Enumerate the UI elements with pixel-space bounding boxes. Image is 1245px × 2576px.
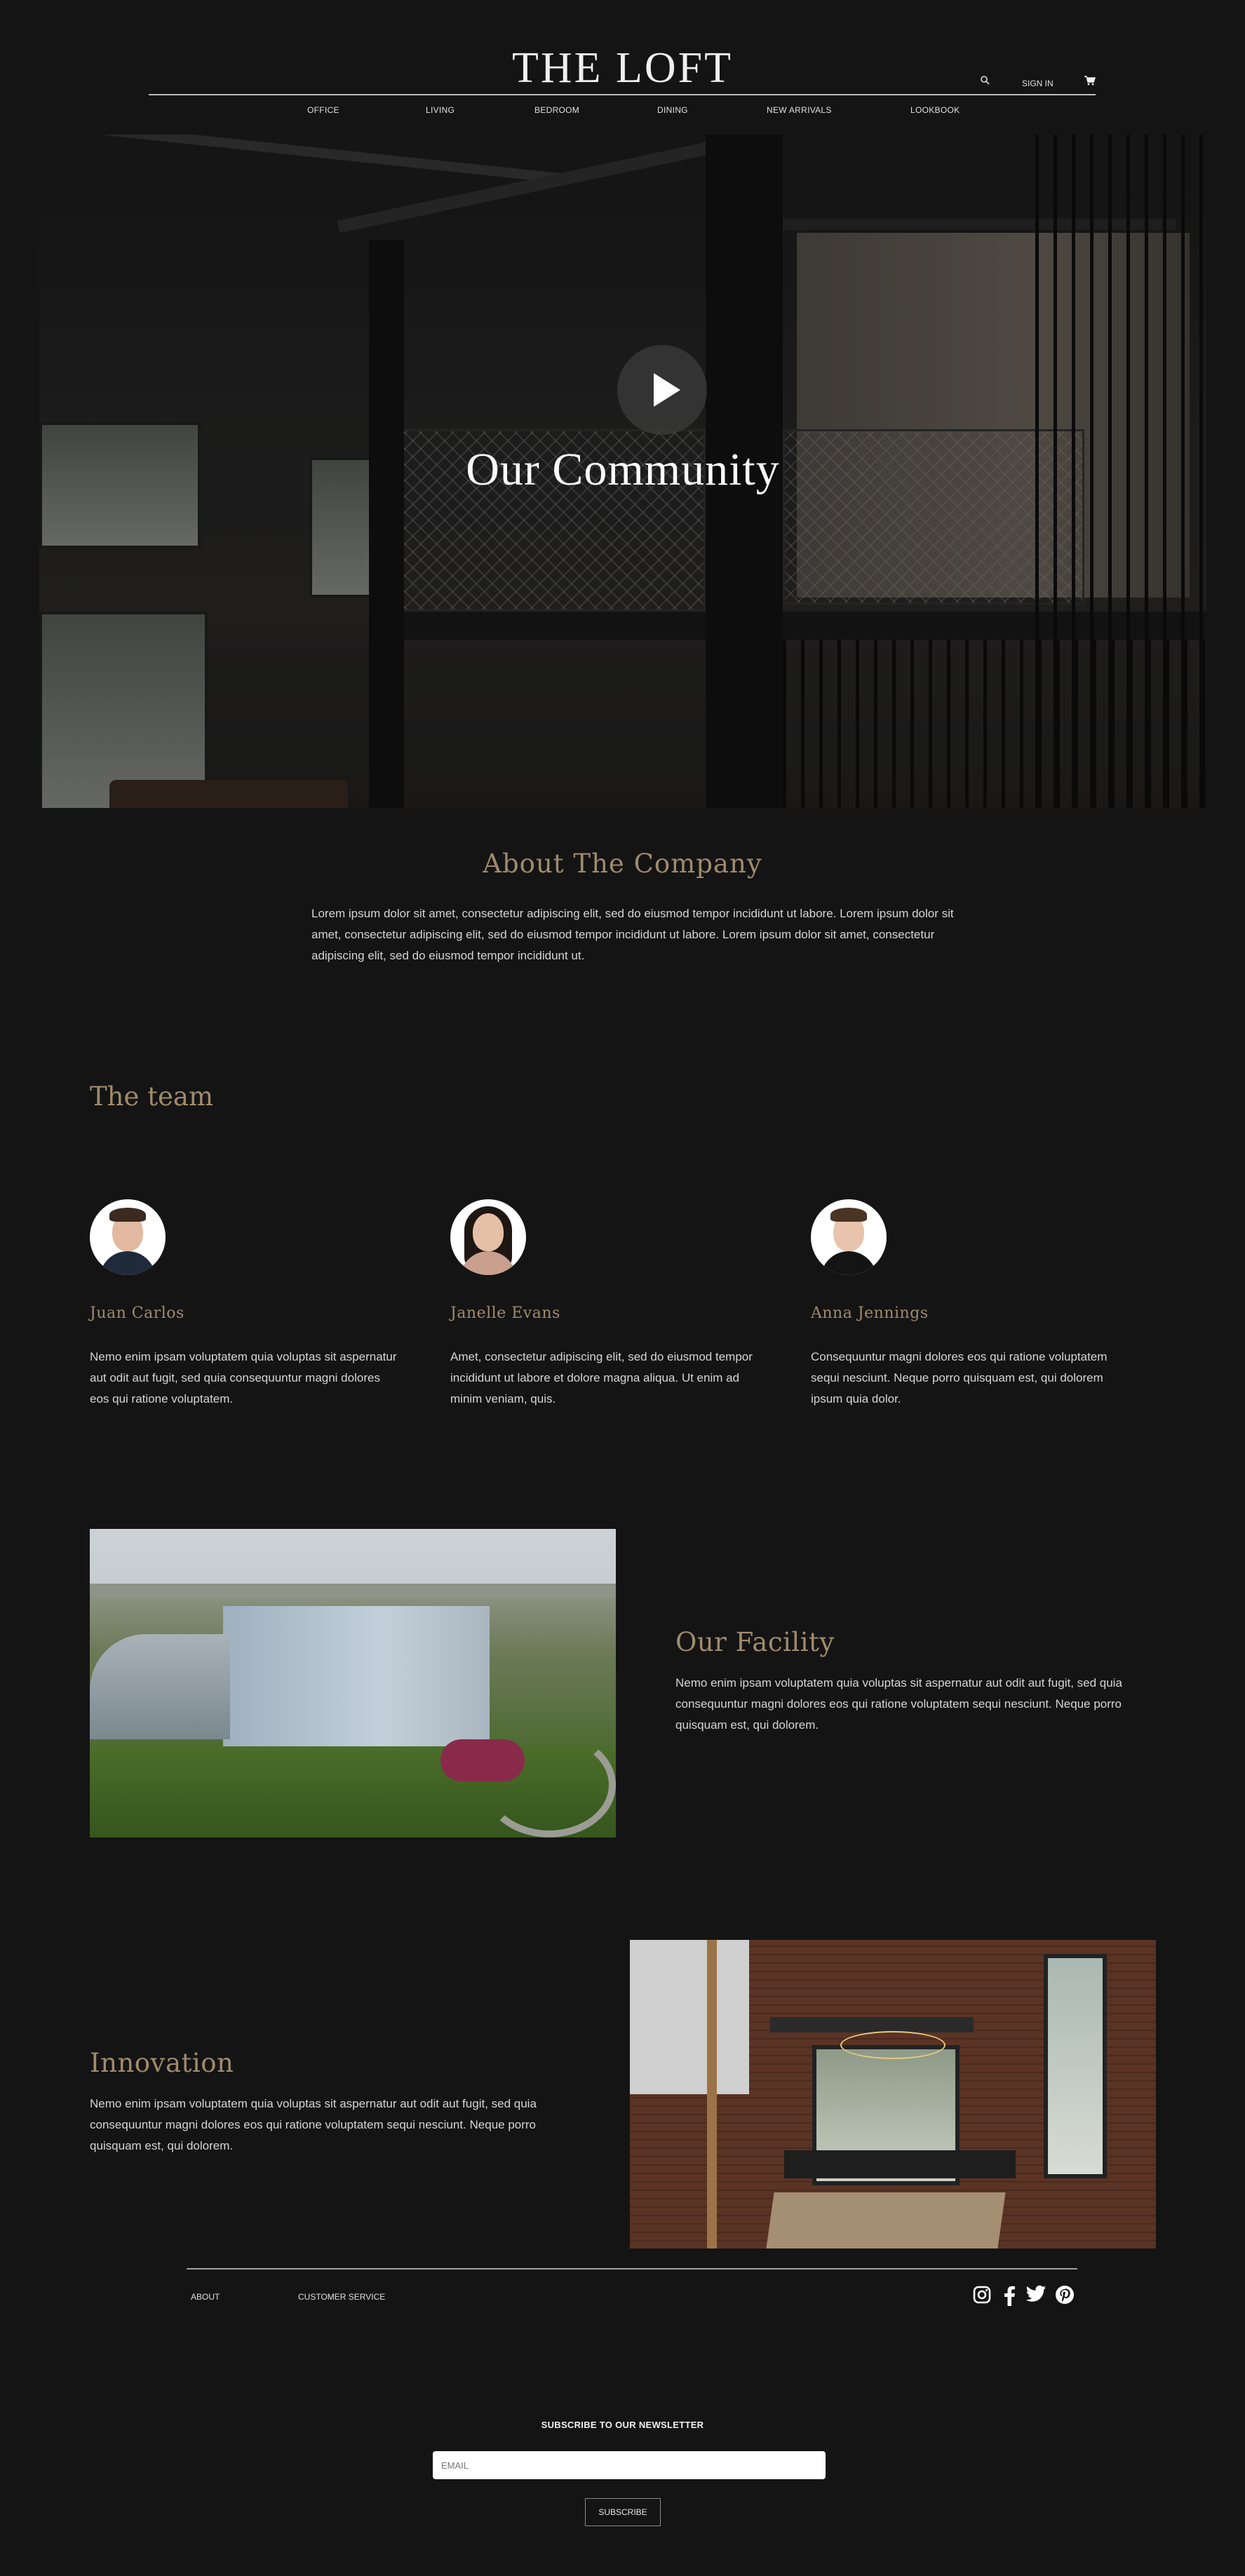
avatar <box>90 1199 166 1275</box>
innovation-shelf <box>770 2017 974 2032</box>
member-name: Juan Carlos <box>90 1304 184 1322</box>
member-bio: Amet, consectetur adipiscing elit, sed d… <box>450 1350 753 1405</box>
avatar <box>450 1199 526 1275</box>
member-bio: Consequuntur magni dolores eos qui ratio… <box>811 1350 1108 1405</box>
newsletter-title: SUBSCRIBE TO OUR NEWSLETTER <box>541 2420 704 2430</box>
innovation-table <box>766 2192 1006 2248</box>
pinterest-icon[interactable] <box>1055 2285 1076 2306</box>
nav-living[interactable]: LIVING <box>426 105 455 115</box>
search-icon[interactable] <box>981 76 990 87</box>
member-name: Anna Jennings <box>811 1304 929 1322</box>
avatar-head <box>473 1213 504 1251</box>
sign-in-link[interactable]: SIGN IN <box>1022 79 1054 88</box>
team-title: The team <box>90 1081 214 1112</box>
innovation-pillar <box>707 1940 717 2248</box>
facility-skyline <box>90 1584 616 1598</box>
facility-building <box>223 1606 490 1760</box>
avatar-hair <box>109 1208 146 1222</box>
innovation-text: Nemo enim ipsam voluptatem quia voluptas… <box>90 2097 537 2152</box>
innovation-title: Innovation <box>90 2048 234 2078</box>
hero-banner: Our Community <box>39 135 1206 808</box>
play-video-button[interactable] <box>617 345 707 435</box>
innovation-image <box>630 1940 1156 2248</box>
avatar-body <box>821 1251 877 1275</box>
play-icon <box>654 373 680 407</box>
nav-office[interactable]: OFFICE <box>307 105 339 115</box>
facility-road <box>483 1732 616 1837</box>
innovation-window <box>1044 1954 1107 2178</box>
footer-divider <box>187 2268 1077 2270</box>
facility-image <box>90 1529 616 1837</box>
header-divider <box>149 94 1096 95</box>
subscribe-button[interactable]: SUBSCRIBE <box>585 2498 661 2526</box>
member-bio: Nemo enim ipsam voluptatem quia voluptas… <box>90 1350 397 1405</box>
instagram-icon[interactable] <box>972 2285 993 2306</box>
facility-stadium <box>90 1634 230 1739</box>
cart-icon[interactable] <box>1084 76 1096 88</box>
facebook-icon[interactable] <box>1002 2285 1023 2306</box>
about-text: Lorem ipsum dolor sit amet, consectetur … <box>311 907 954 962</box>
hero-title: Our Community <box>466 444 780 495</box>
innovation-white-wall <box>630 1940 749 2094</box>
member-name: Janelle Evans <box>450 1304 560 1322</box>
nav-new-arrivals[interactable]: NEW ARRIVALS <box>767 105 832 115</box>
facility-title: Our Facility <box>675 1627 835 1657</box>
nav-bedroom[interactable]: BEDROOM <box>534 105 579 115</box>
nav-lookbook[interactable]: LOOKBOOK <box>910 105 960 115</box>
avatar-body <box>100 1251 156 1275</box>
facility-text: Nemo enim ipsam voluptatem quia voluptas… <box>675 1676 1122 1732</box>
avatar-hair <box>830 1208 867 1222</box>
innovation-counter <box>784 2150 1016 2178</box>
footer-link-customer-service[interactable]: CUSTOMER SERVICE <box>298 2292 385 2302</box>
about-title: About The Company <box>483 849 762 879</box>
avatar <box>811 1199 887 1275</box>
nav-dining[interactable]: DINING <box>657 105 688 115</box>
site-logo[interactable]: THE LOFT <box>0 43 1245 93</box>
twitter-icon[interactable] <box>1025 2285 1047 2306</box>
newsletter-email-input[interactable] <box>433 2451 826 2479</box>
innovation-chandelier <box>840 2031 945 2059</box>
footer-link-about[interactable]: ABOUT <box>191 2292 220 2302</box>
